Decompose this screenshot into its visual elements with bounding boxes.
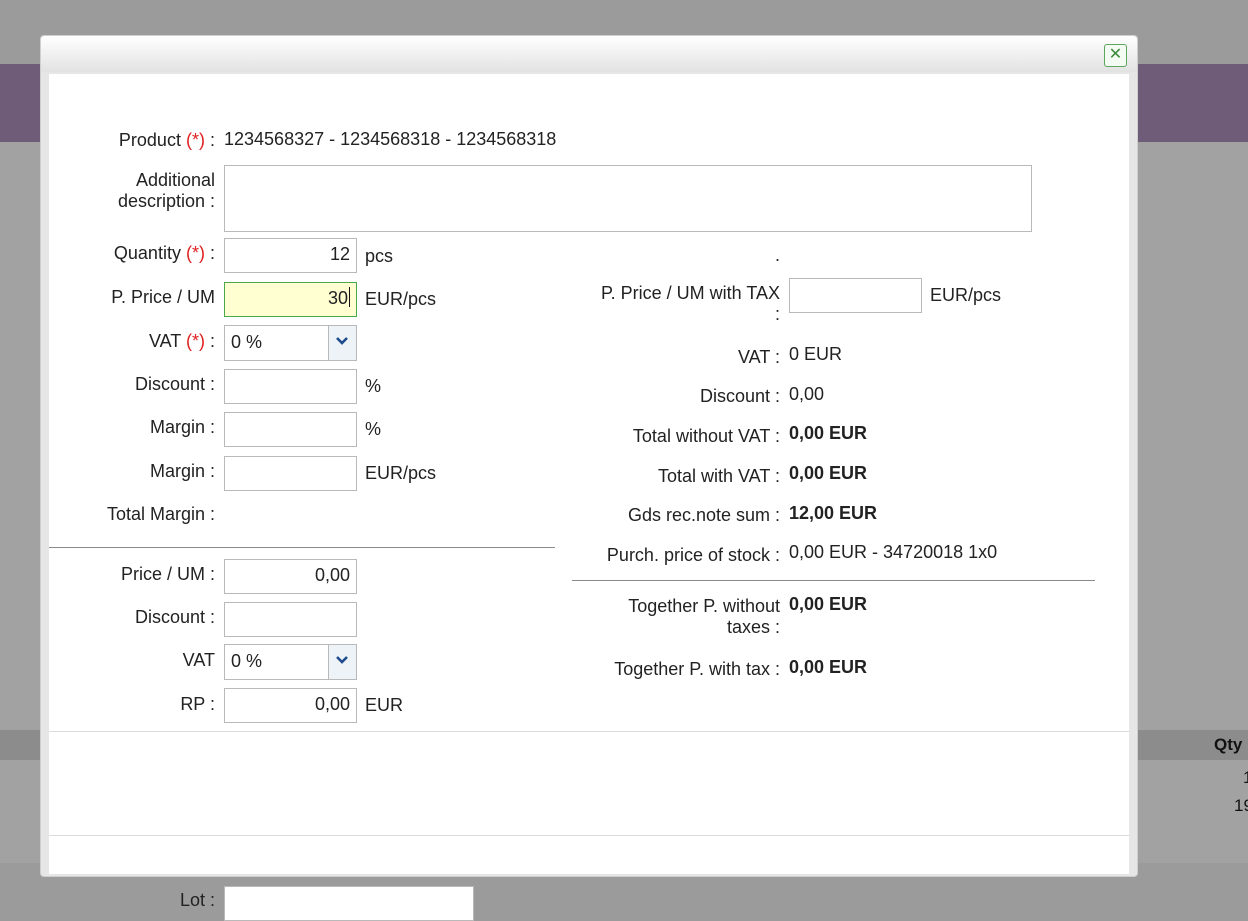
- total-without-vat-label: Total without VAT :: [632, 426, 780, 446]
- vat-amount-label: VAT :: [737, 347, 780, 367]
- total-without-vat-value: 0,00 EUR: [789, 423, 868, 443]
- lot-label: Lot :: [179, 890, 215, 910]
- purch-price-label: Purch. price of stock :: [606, 545, 780, 565]
- discount2-label: Discount :: [134, 607, 215, 627]
- vat-select[interactable]: 0 %: [224, 325, 357, 361]
- pprice-input[interactable]: 30: [224, 282, 357, 317]
- discount-amount-value: 0,00: [789, 384, 825, 404]
- dialog-titlebar[interactable]: [41, 36, 1137, 72]
- gds-rec-note-label: Gds rec.note sum :: [627, 505, 780, 525]
- rp-label: RP :: [180, 694, 215, 714]
- divider: [49, 731, 1129, 732]
- lot-input[interactable]: [224, 886, 474, 921]
- total-with-vat-value: 0,00 EUR: [789, 463, 868, 483]
- pprice-tax-unit: EUR/pcs: [930, 285, 1002, 305]
- total-with-vat-label: Total with VAT :: [657, 466, 780, 486]
- vat-amount-value: 0 EUR: [789, 344, 843, 364]
- quantity-unit: pcs: [365, 246, 394, 266]
- grid-cell: 1: [1243, 768, 1248, 787]
- close-button[interactable]: ✕: [1104, 44, 1127, 67]
- pprice-input-value: 30: [327, 288, 348, 308]
- rp-unit: EUR: [365, 695, 404, 715]
- discount-input[interactable]: [224, 369, 357, 404]
- together-with-tax-label: Together P. with tax :: [614, 659, 780, 679]
- dialog-content: Product (*) : 1234568327 - 1234568318 - …: [49, 74, 1129, 921]
- additional-description-textarea[interactable]: [224, 165, 1032, 232]
- close-icon[interactable]: ✕: [1109, 46, 1122, 63]
- pprice-tax-input[interactable]: [789, 278, 922, 313]
- chevron-down-icon: [336, 656, 348, 664]
- pprice-unit: EUR/pcs: [365, 289, 437, 309]
- grid-header-qty[interactable]: Qty: [1214, 735, 1242, 755]
- chevron-down-icon: [336, 337, 348, 345]
- margin-pct-label: Margin :: [149, 417, 215, 437]
- discount-label: Discount :: [134, 374, 215, 394]
- divider: [49, 547, 555, 548]
- vat2-select[interactable]: 0 %: [224, 644, 357, 680]
- vat2-dropdown-button[interactable]: [328, 645, 356, 679]
- price-um-input[interactable]: 0,00: [224, 559, 357, 594]
- total-margin-label: Total Margin :: [106, 504, 215, 524]
- quantity-input[interactable]: 12: [224, 238, 357, 273]
- product-value: 1234568327 - 1234568318 - 1234568318: [224, 129, 557, 149]
- margin-pct-input[interactable]: [224, 412, 357, 447]
- together-without-taxes-label: Together P. without taxes :: [628, 596, 780, 637]
- quantity-label: Quantity (*) :: [113, 243, 215, 263]
- rp-input[interactable]: 0,00: [224, 688, 357, 723]
- margin-eur-input[interactable]: [224, 456, 357, 491]
- discount2-input[interactable]: [224, 602, 357, 637]
- together-with-tax-value: 0,00 EUR: [789, 657, 868, 677]
- vat-selected: 0 %: [231, 332, 263, 352]
- discount-amount-label: Discount :: [699, 386, 780, 406]
- vat-dropdown-button[interactable]: [328, 326, 356, 360]
- dot-text: .: [775, 245, 781, 265]
- price-um-label: Price / UM :: [120, 564, 215, 584]
- grid-cell: 19: [1234, 796, 1248, 815]
- divider: [572, 580, 1095, 581]
- edit-line-dialog: ✕ Product (*) : 1234568327 - 1234568318 …: [40, 35, 1138, 921]
- margin-eur-label: Margin :: [149, 461, 215, 481]
- discount-unit: %: [365, 376, 382, 396]
- pprice-label: P. Price / UM: [111, 287, 215, 307]
- divider: [49, 835, 1129, 836]
- margin-eur-unit: EUR/pcs: [365, 463, 437, 483]
- text-caret: [349, 287, 350, 307]
- additional-description-label: Additional description :: [117, 170, 215, 211]
- purch-price-value: 0,00 EUR - 34720018 1x0: [789, 542, 998, 562]
- product-label: Product (*) :: [118, 130, 215, 150]
- together-without-taxes-value: 0,00 EUR: [789, 594, 868, 614]
- pprice-tax-label: P. Price / UM with TAX :: [600, 283, 780, 324]
- vat2-label: VAT: [182, 650, 215, 670]
- margin-pct-unit: %: [365, 419, 382, 439]
- vat-label: VAT (*) :: [148, 331, 215, 351]
- vat2-selected: 0 %: [231, 651, 263, 671]
- gds-rec-note-value: 12,00 EUR: [789, 503, 878, 523]
